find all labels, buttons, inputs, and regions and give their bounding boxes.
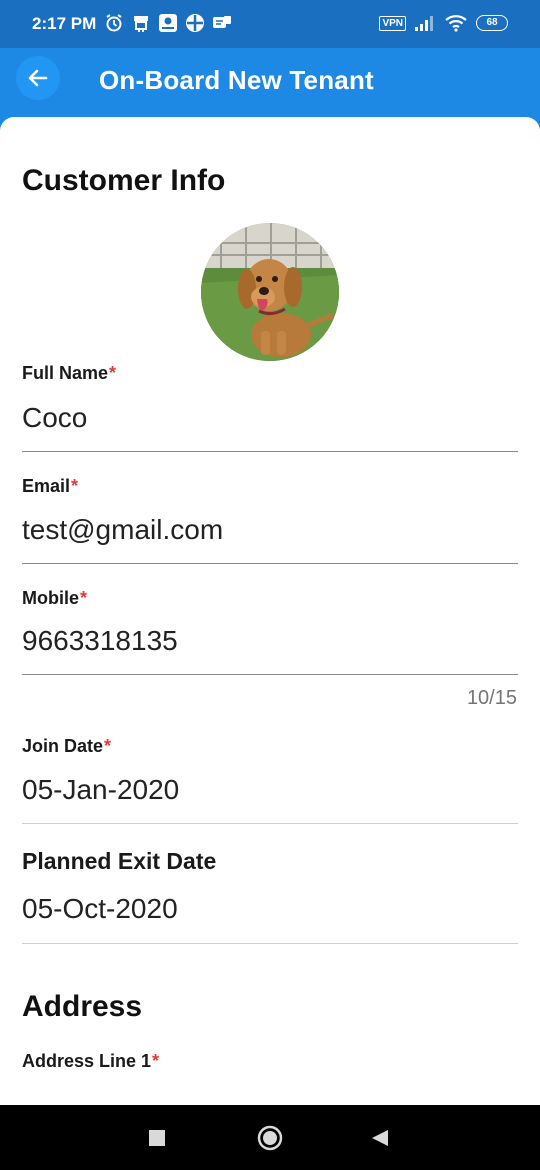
full-name-underline [22,451,518,452]
join-date-label: Join Date* [22,736,112,756]
notification-icons [104,13,232,33]
avatar[interactable] [201,223,339,361]
mobile-input[interactable]: 9663318135 [22,625,178,657]
message-app-icon [213,16,231,28]
mobile-label: Mobile* [22,588,88,608]
mobile-character-counter: 10/15 [466,687,517,709]
signal-icon [415,16,433,31]
full-name-label: Full Name* [22,363,117,383]
app-bar: On-Board New Tenant [0,48,540,120]
wifi-icon [445,15,467,32]
full-name-input[interactable]: Coco [22,402,87,434]
home-icon[interactable] [257,1125,283,1151]
back-button[interactable] [16,56,60,100]
address-heading: Address [22,990,143,1023]
form-card: Customer Info Full Name* Coco Email* tes… [0,117,540,1105]
planned-exit-date-input[interactable]: 05-Oct-2020 [22,893,178,925]
arrow-left-icon [28,69,48,87]
status-time: 2:17 PM [32,14,97,33]
delivery-icon [134,16,148,32]
planned-exit-date-underline [22,943,518,944]
grid-app-icon [186,14,204,32]
system-navigation-bar [0,1105,540,1170]
vpn-icon: VPN [379,15,406,31]
email-label: Email* [22,476,79,496]
location-app-icon [159,14,177,32]
planned-exit-date-label: Planned Exit Date [22,848,217,874]
battery-icon: 68 [476,15,508,31]
email-input[interactable]: test@gmail.com [22,514,223,546]
page-title: On-Board New Tenant [99,65,374,95]
join-date-input[interactable]: 05-Jan-2020 [22,774,179,806]
dog-photo [201,223,339,361]
email-underline [22,563,518,564]
system-icons: VPN 68 [379,14,508,32]
address-line-1-label: Address Line 1* [22,1051,160,1071]
join-date-underline [22,823,518,824]
status-bar: 2:17 PM VPN 68 [0,0,540,48]
mobile-underline [22,674,518,675]
customer-info-heading: Customer Info [22,164,226,197]
recent-apps-icon[interactable] [149,1130,165,1146]
back-nav-icon[interactable] [371,1129,389,1147]
alarm-icon [106,14,122,32]
